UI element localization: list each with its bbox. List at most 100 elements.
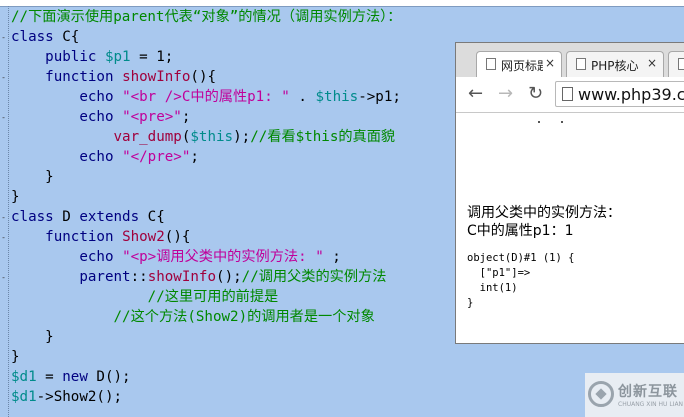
code-token: //看看$this的真面貌 — [250, 129, 396, 145]
code-token: $d1 — [11, 389, 37, 405]
code-line: echo "<pre>"; — [11, 107, 401, 127]
code-token: ; — [181, 109, 191, 125]
code-token: ->p1; — [358, 89, 401, 105]
tab-strip: 网页标题 × PHP核心 × — [456, 43, 684, 77]
code-token: new — [62, 369, 88, 385]
output-var-dump: object(D)#1 (1) { ["p1"]=> int(1) } — [467, 252, 575, 309]
code-token: ; — [323, 249, 341, 265]
watermark-logo: 创新互联 CHUANG XIN HU LIAN — [585, 373, 684, 417]
code-token: echo — [79, 149, 114, 165]
code-token: D(); — [87, 369, 131, 385]
code-line: function showInfo(){ — [11, 67, 401, 87]
fold-marker[interactable]: - — [0, 74, 7, 82]
page-icon — [678, 58, 684, 70]
close-icon[interactable]: × — [545, 56, 555, 70]
code-line: echo "</pre>"; — [11, 147, 401, 167]
code-token: (); — [216, 269, 242, 285]
code-line: } — [11, 327, 401, 347]
code-token: $p1 — [104, 49, 131, 65]
code-token: class — [11, 209, 54, 225]
browser-toolbar: ← → ↻ www.php39.com — [456, 77, 684, 113]
editor-top-bar — [0, 0, 684, 7]
code-token: //这里可用的前提是 — [11, 289, 279, 305]
code-line: public $p1 = 1; — [11, 47, 401, 67]
page-icon — [562, 87, 573, 101]
fold-marker[interactable]: - — [0, 214, 7, 222]
code-token: C{ — [53, 29, 80, 45]
fold-marker[interactable]: - — [0, 114, 7, 122]
code-line: class C{ — [11, 27, 401, 47]
fold-marker[interactable]: - — [0, 274, 7, 282]
code-token: ; — [190, 149, 199, 165]
code-token: "<pre>" — [122, 109, 182, 125]
forward-icon[interactable]: → — [498, 83, 513, 105]
code-token: function — [45, 69, 114, 85]
code-token: } — [11, 329, 54, 345]
page-icon — [576, 58, 586, 70]
code-token: $this — [190, 129, 234, 145]
code-token: showInfo — [147, 269, 217, 285]
output-property: C中的属性p1：1 — [467, 223, 574, 239]
code-token: echo — [79, 89, 114, 105]
fold-marker[interactable]: - — [0, 234, 7, 242]
tab-partial[interactable] — [668, 51, 684, 77]
code-token: parent — [79, 269, 131, 285]
editor-gutter: - - - - - - — [0, 6, 9, 417]
code-token: var_dump — [113, 129, 182, 145]
code-text[interactable]: //下面演示使用parent代表“对象”的情况（调用实例方法）： class C{… — [11, 7, 401, 407]
code-token: $d1 — [11, 369, 37, 385]
code-token: echo — [79, 109, 114, 125]
code-token: } — [11, 189, 20, 205]
code-line: //这个方法(Show2)的调用者是一个对象 — [11, 307, 401, 327]
close-icon[interactable]: × — [647, 56, 657, 70]
browser-window[interactable]: 网页标题 × PHP核心 × ← → ↻ www.php39.com 调用父类中… — [455, 42, 684, 344]
reload-icon[interactable]: ↻ — [528, 83, 543, 105]
code-line: parent::showInfo();//调用父类的实例方法 — [11, 267, 401, 287]
fold-marker[interactable]: - — [0, 34, 7, 42]
code-token: echo — [79, 249, 114, 265]
code-token: } — [11, 349, 20, 365]
tab-label: 网页标题 — [501, 59, 543, 73]
page-content: 调用父类中的实例方法： C中的属性p1：1 object(D)#1 (1) { … — [456, 113, 684, 343]
code-token: = 1; — [130, 49, 174, 65]
address-bar[interactable]: www.php39.com — [555, 81, 684, 107]
code-token: "<br />C中的属性p1: " — [122, 89, 290, 105]
code-token: "</pre>" — [122, 149, 191, 165]
code-token: } — [11, 169, 54, 185]
code-line: } — [11, 187, 401, 207]
code-token: class — [11, 29, 54, 45]
code-token: //下面演示使用parent代表“对象”的情况（调用实例方法）： — [11, 9, 402, 25]
tab-label: PHP核心 — [591, 59, 639, 73]
stray-dot — [561, 121, 563, 123]
stray-dot — [538, 121, 540, 123]
code-token: extends — [79, 209, 140, 225]
code-token: D — [53, 209, 80, 225]
logo-icon — [588, 381, 614, 407]
tab-php-core[interactable]: PHP核心 × — [566, 51, 664, 77]
code-token: //这个方法(Show2)的调用者是一个对象 — [11, 309, 375, 325]
back-icon[interactable]: ← — [468, 83, 483, 105]
code-token: (){ — [164, 229, 191, 245]
code-line: $d1 = new D(); — [11, 367, 401, 387]
code-token: ); — [233, 129, 251, 145]
code-token: $this — [315, 89, 359, 105]
code-token: . — [289, 89, 316, 105]
url-text: www.php39.com — [578, 85, 684, 104]
tab-page-title[interactable]: 网页标题 × — [476, 51, 562, 77]
code-line: $d1->Show2(); — [11, 387, 401, 407]
code-token: C{ — [139, 209, 165, 225]
code-line: //下面演示使用parent代表“对象”的情况（调用实例方法）： — [11, 7, 401, 27]
